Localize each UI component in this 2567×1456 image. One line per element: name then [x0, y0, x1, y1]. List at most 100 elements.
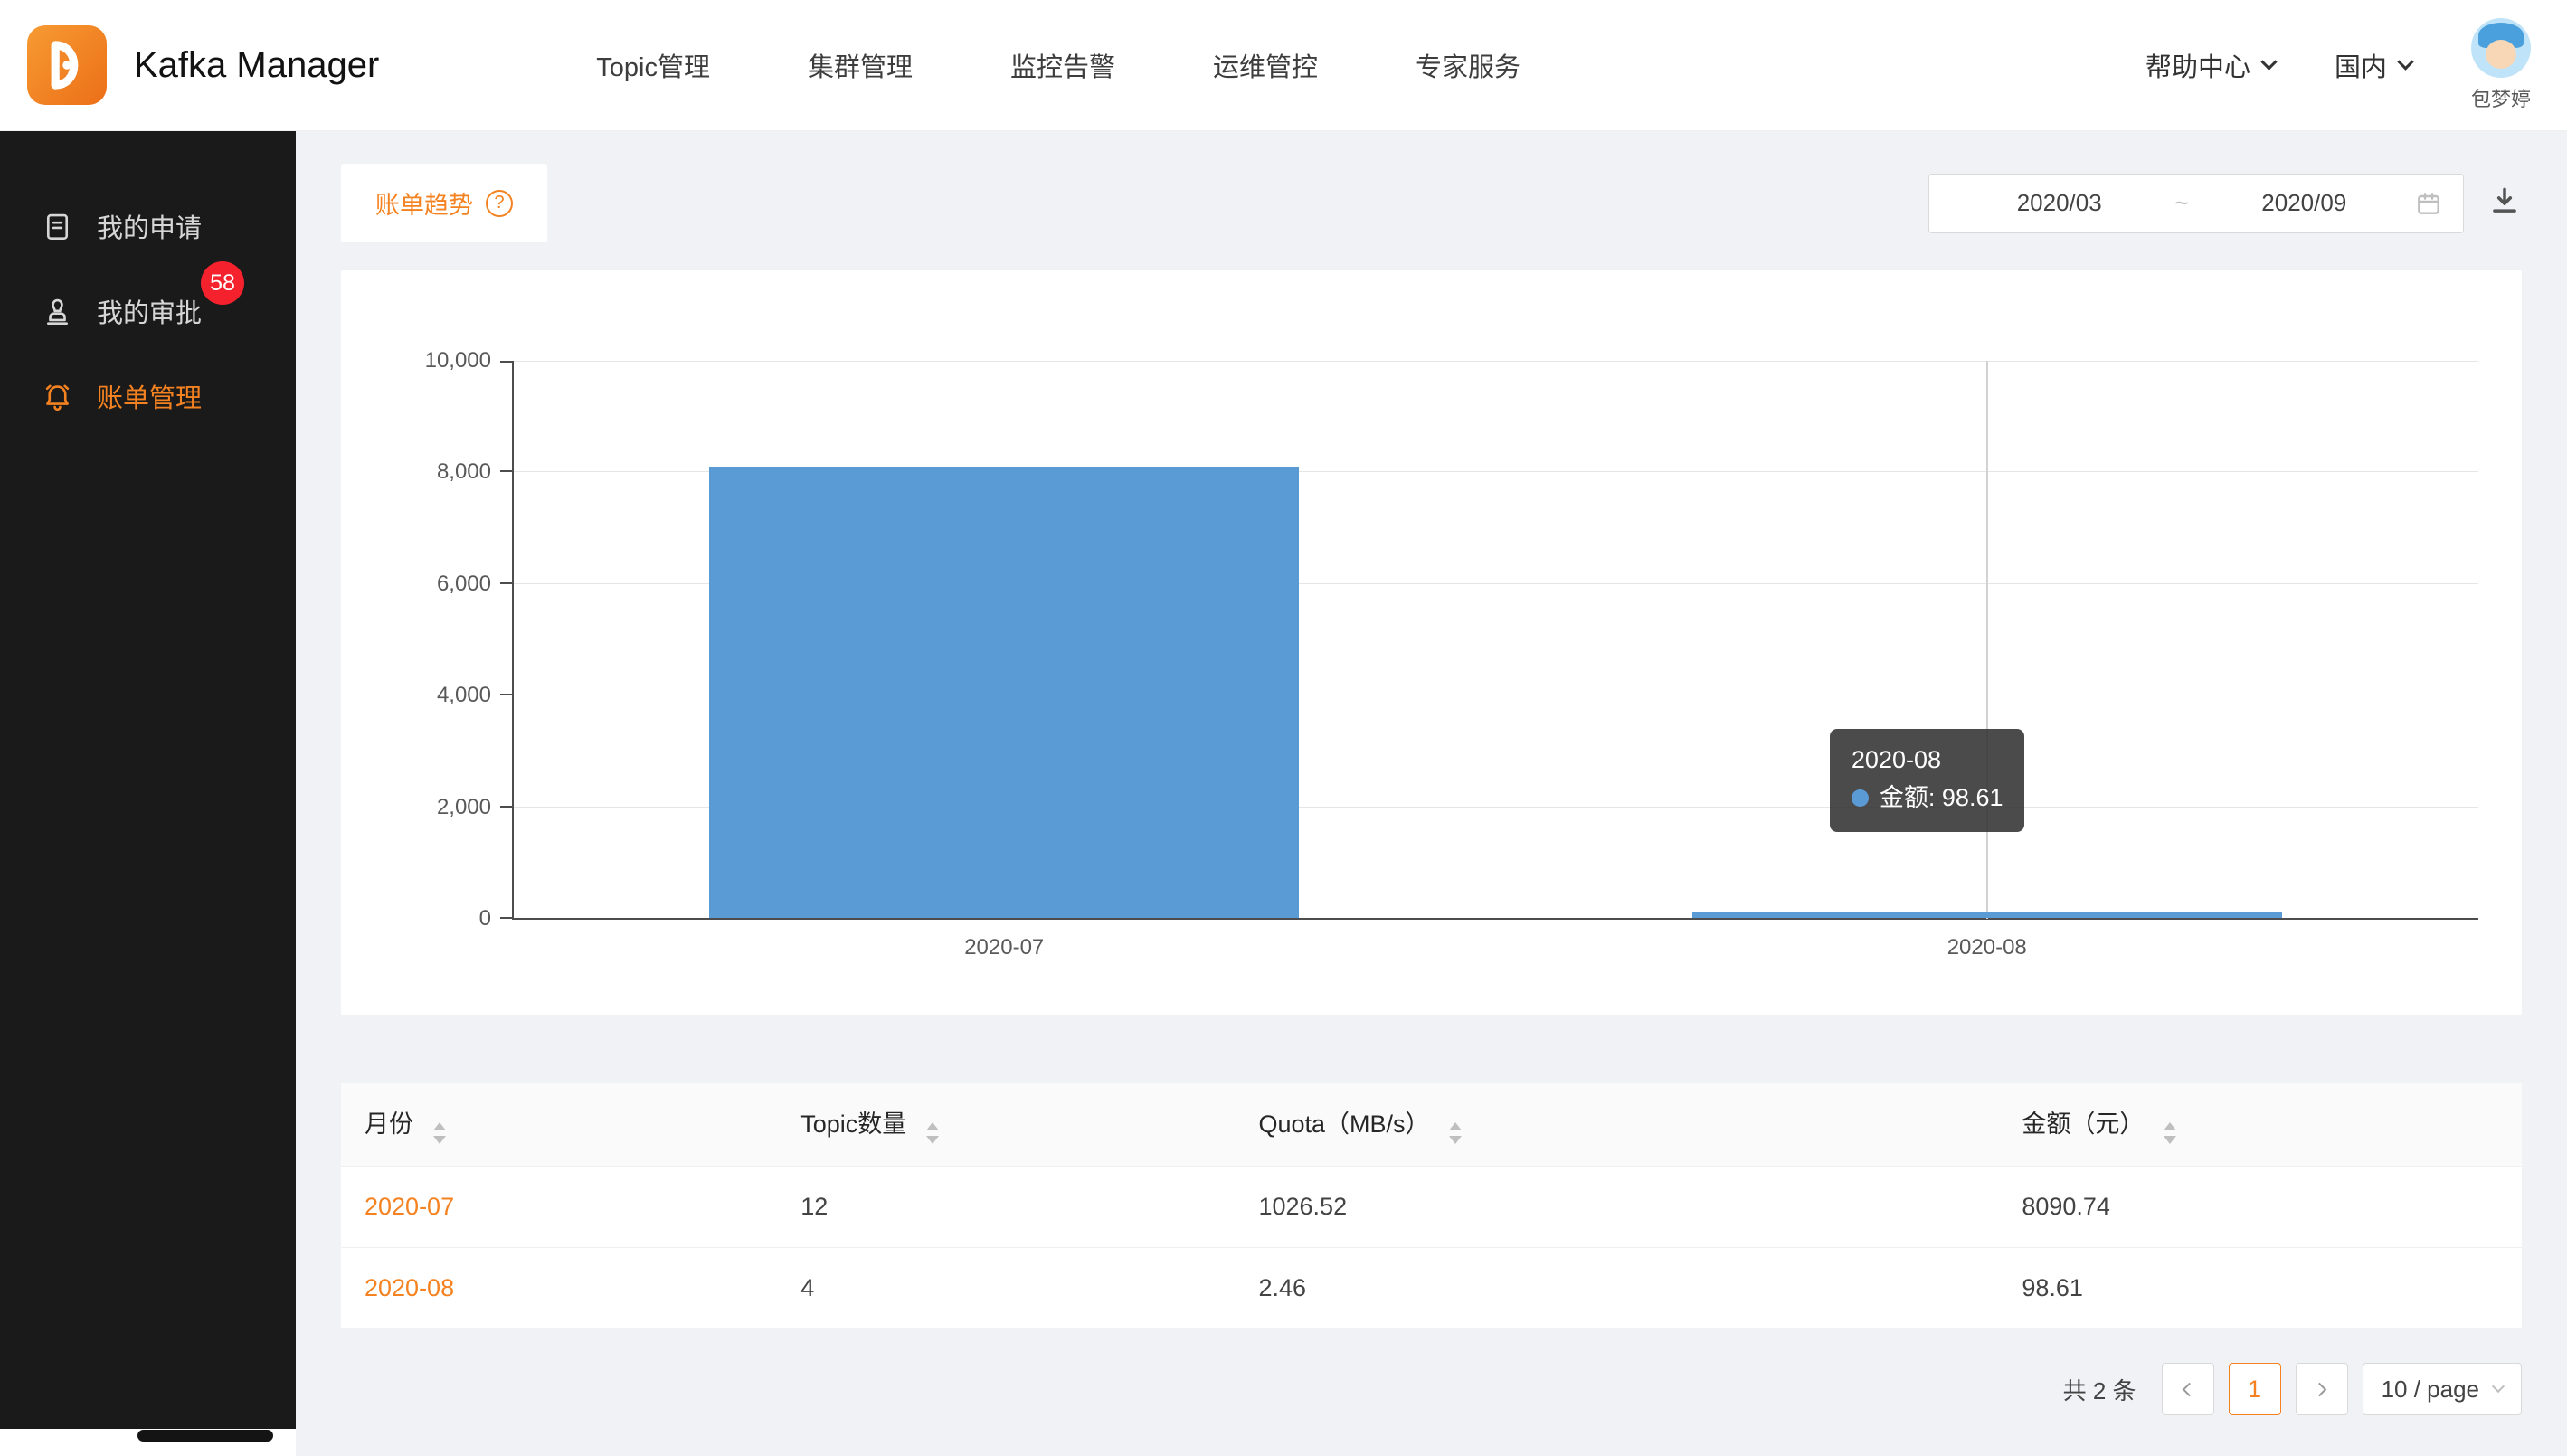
chevron-right-icon: [2313, 1382, 2327, 1396]
pagination: 共 2 条 1 10 / page: [341, 1363, 2522, 1415]
approvals-count-badge: 58: [201, 261, 244, 305]
nav-expert-service[interactable]: 专家服务: [1416, 46, 1520, 84]
table-header-row: 月份 Topic数量 Quota（MB/s） 金额（元）: [341, 1083, 2522, 1166]
tooltip-value: 金额: 98.61: [1880, 780, 2003, 818]
y-axis-label: 10,000: [425, 348, 491, 373]
topic-count-cell: 12: [777, 1166, 1235, 1247]
prev-page-button[interactable]: [2162, 1363, 2214, 1415]
main-content: 账单趋势 ? 2020/03 ~ 2020/09: [296, 131, 2567, 1456]
quota-cell: 2.46: [1235, 1247, 1998, 1328]
sort-asc-icon[interactable]: [1449, 1122, 1462, 1130]
date-range-picker[interactable]: 2020/03 ~ 2020/09: [1928, 174, 2464, 233]
chart-plot-area: 10,000 8,000 6,000 4,000 2,000 0 2020-07…: [513, 361, 2478, 919]
page-number-button[interactable]: 1: [2229, 1363, 2281, 1415]
tab-bill-trend[interactable]: 账单趋势 ?: [341, 164, 547, 242]
y-tick: [500, 361, 512, 363]
y-axis-label: 4,000: [437, 683, 491, 708]
gridline: [513, 361, 2478, 362]
y-tick: [500, 806, 512, 808]
horizontal-scrollbar[interactable]: [0, 1429, 296, 1442]
bill-table: 月份 Topic数量 Quota（MB/s） 金额（元）: [341, 1083, 2522, 1328]
page-size-value: 10 / page: [2382, 1376, 2479, 1404]
username: 包梦婷: [2471, 83, 2531, 112]
tooltip-title: 2020-08: [1852, 742, 2003, 780]
amount-cell: 8090.74: [1998, 1166, 2522, 1247]
clipboard-icon: [42, 211, 73, 242]
column-header-quota: Quota（MB/s）: [1235, 1083, 1998, 1166]
month-link[interactable]: 2020-07: [365, 1193, 454, 1220]
date-end-input[interactable]: 2020/09: [2194, 189, 2414, 217]
sort-control[interactable]: [1449, 1122, 1462, 1144]
x-axis-label: 2020-08: [1879, 935, 2096, 960]
column-header-topic-count: Topic数量: [777, 1083, 1235, 1166]
chevron-down-icon: [2397, 53, 2413, 70]
chevron-down-icon: [2492, 1380, 2505, 1393]
y-axis-label: 0: [479, 906, 491, 931]
y-axis-label: 2,000: [437, 795, 491, 820]
app-title: Kafka Manager: [134, 45, 379, 86]
bill-trend-chart: 10,000 8,000 6,000 4,000 2,000 0 2020-07…: [341, 270, 2522, 1015]
nav-cluster-management[interactable]: 集群管理: [808, 46, 913, 84]
y-axis-label: 6,000: [437, 572, 491, 597]
stamp-icon: [42, 296, 73, 327]
sort-desc-icon[interactable]: [433, 1136, 446, 1144]
sort-control[interactable]: [2164, 1122, 2176, 1144]
amount-cell: 98.61: [1998, 1247, 2522, 1328]
table-row: 2020-07 12 1026.52 8090.74: [341, 1166, 2522, 1247]
y-axis-line: [512, 361, 514, 919]
chart-tooltip: 2020-08 金额: 98.61: [1830, 729, 2025, 832]
alarm-bell-icon: [42, 381, 73, 412]
next-page-button[interactable]: [2296, 1363, 2348, 1415]
y-tick: [500, 582, 512, 584]
chart-bar-2020-07[interactable]: [709, 467, 1299, 918]
sort-control[interactable]: [926, 1122, 939, 1144]
tab-label: 账单趋势: [375, 185, 473, 221]
sort-control[interactable]: [433, 1122, 446, 1144]
region-label: 国内: [2335, 46, 2387, 84]
help-circle-icon[interactable]: ?: [486, 190, 513, 217]
sort-asc-icon[interactable]: [926, 1122, 939, 1130]
download-button[interactable]: [2487, 184, 2522, 222]
page-size-select[interactable]: 10 / page: [2363, 1363, 2522, 1415]
sidebar-item-label: 我的申请: [97, 207, 202, 245]
nav-topic-management[interactable]: Topic管理: [596, 46, 710, 84]
app-logo: [27, 25, 107, 105]
total-count: 共 2 条: [2063, 1373, 2136, 1406]
sort-desc-icon[interactable]: [926, 1136, 939, 1144]
x-axis-line: [512, 918, 2478, 920]
region-select[interactable]: 国内: [2335, 46, 2411, 84]
sidebar-item-label: 我的审批: [97, 292, 202, 330]
sidebar-item-bill-management[interactable]: 账单管理: [0, 354, 296, 439]
y-tick: [500, 470, 512, 472]
topic-count-cell: 4: [777, 1247, 1235, 1328]
nav-monitor-alert[interactable]: 监控告警: [1010, 46, 1115, 84]
sort-asc-icon[interactable]: [433, 1122, 446, 1130]
column-header-month: 月份: [341, 1083, 777, 1166]
sort-asc-icon[interactable]: [2164, 1122, 2176, 1130]
sidebar-item-my-applications[interactable]: 我的申请: [0, 184, 296, 269]
date-start-input[interactable]: 2020/03: [1949, 189, 2169, 217]
sort-desc-icon[interactable]: [1449, 1136, 1462, 1144]
date-separator: ~: [2169, 189, 2193, 217]
sidebar-item-my-approvals[interactable]: 我的审批 58: [0, 269, 296, 354]
help-center-menu[interactable]: 帮助中心: [2145, 46, 2275, 84]
chevron-down-icon: [2260, 53, 2277, 70]
month-link[interactable]: 2020-08: [365, 1274, 454, 1301]
user-menu[interactable]: 包梦婷: [2471, 18, 2531, 112]
avatar[interactable]: [2471, 18, 2531, 78]
calendar-icon: [2414, 189, 2443, 218]
sidebar-item-label: 账单管理: [97, 377, 202, 415]
scrollbar-thumb[interactable]: [137, 1430, 273, 1442]
y-tick: [500, 917, 512, 919]
quota-cell: 1026.52: [1235, 1166, 1998, 1247]
top-header: Kafka Manager Topic管理 集群管理 监控告警 运维管控 专家服…: [0, 0, 2567, 131]
y-axis-label: 8,000: [437, 459, 491, 485]
sort-desc-icon[interactable]: [2164, 1136, 2176, 1144]
axis-pointer-line: [1986, 361, 1988, 919]
nav-ops-control[interactable]: 运维管控: [1213, 46, 1318, 84]
column-header-amount: 金额（元）: [1998, 1083, 2522, 1166]
chevron-left-icon: [2183, 1382, 2197, 1396]
sidebar: 我的申请 我的审批 58 账单管理: [0, 131, 296, 1442]
chart-bar-2020-08[interactable]: [1692, 912, 2282, 918]
table-row: 2020-08 4 2.46 98.61: [341, 1247, 2522, 1328]
